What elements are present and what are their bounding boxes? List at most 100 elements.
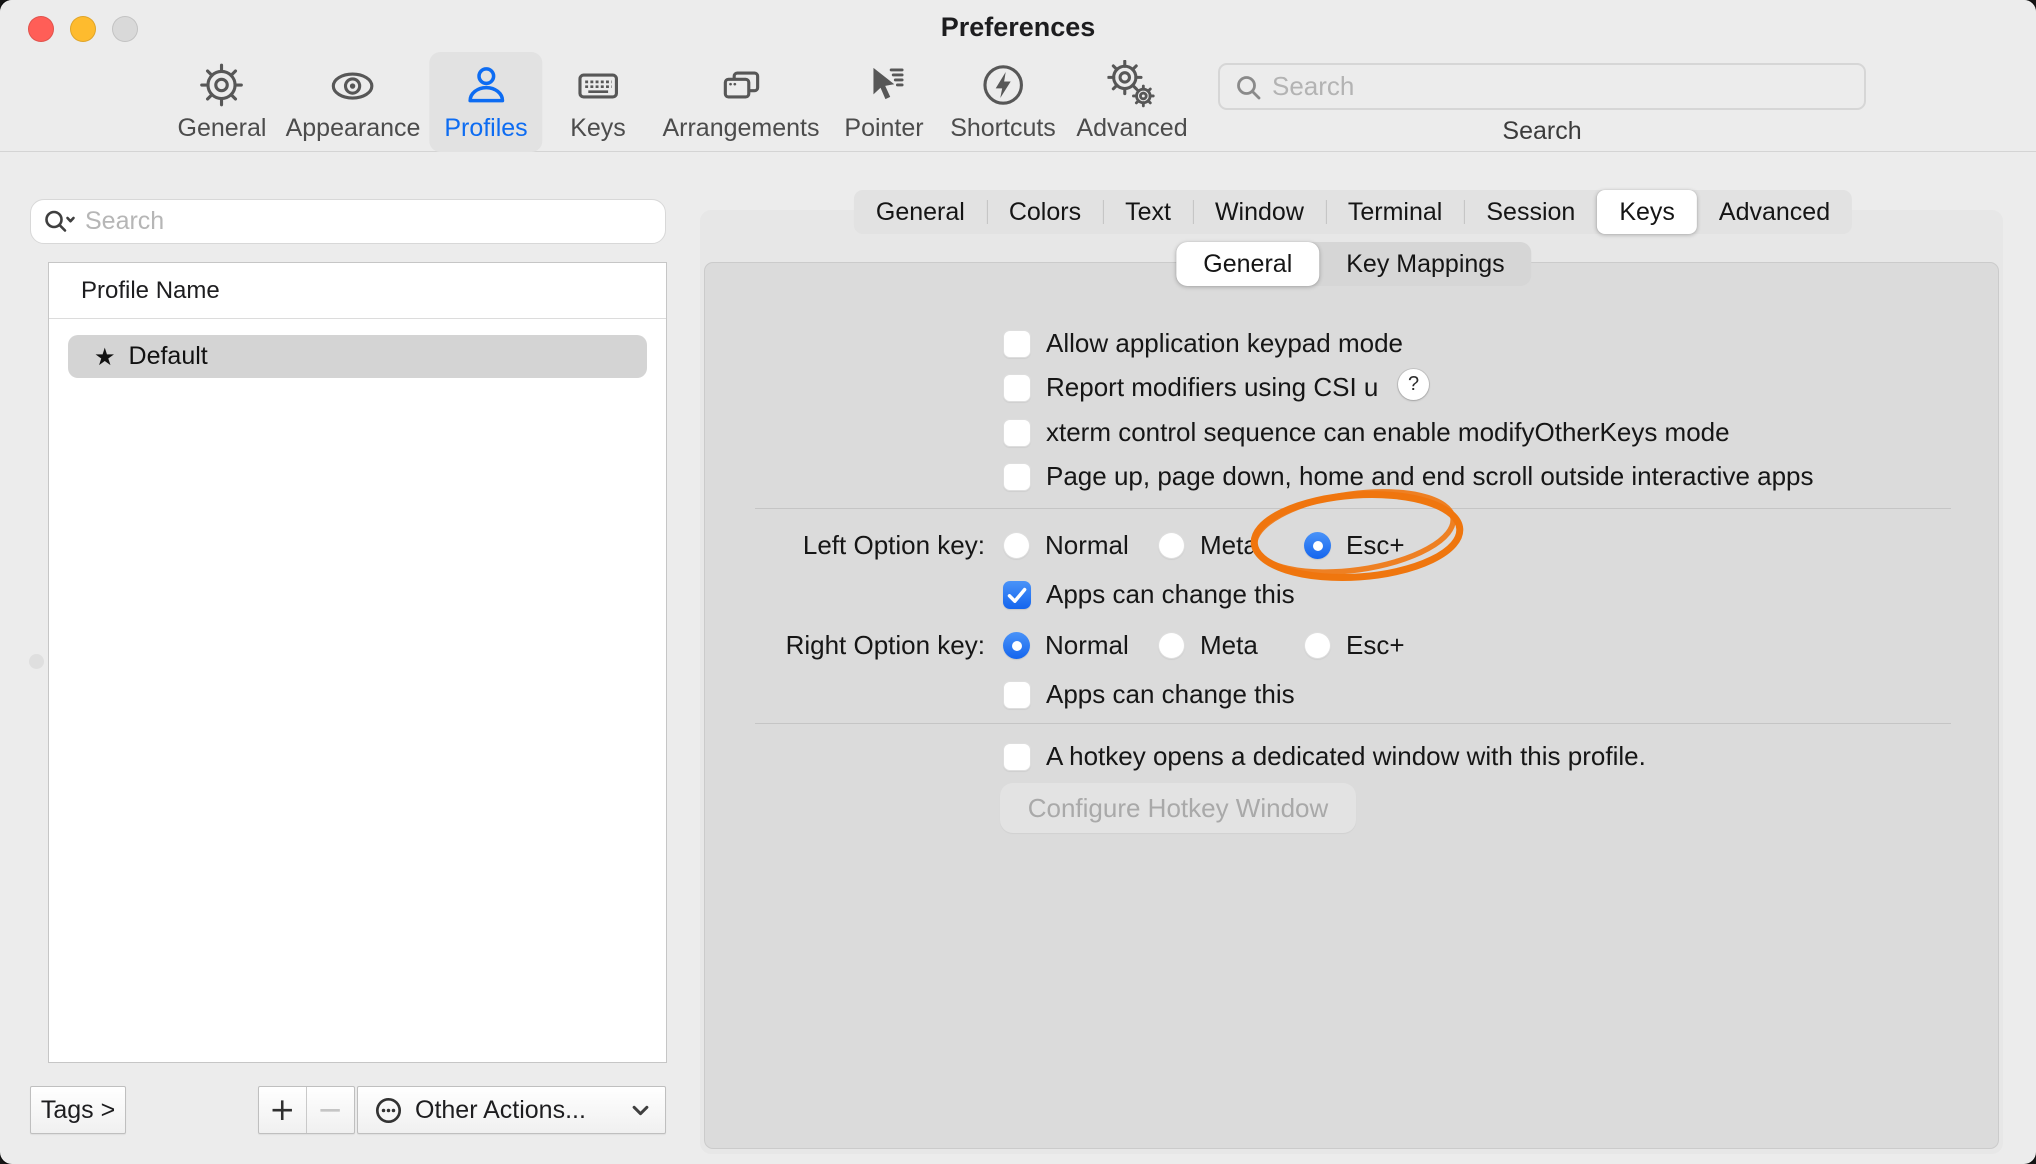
toolbar-item-appearance[interactable]: Appearance — [271, 52, 436, 152]
remove-profile-button[interactable]: − — [307, 1087, 355, 1133]
tab-window[interactable]: Window — [1193, 190, 1326, 234]
radio-left-normal[interactable]: Normal — [1003, 530, 1129, 561]
toolbar-item-label: Keys — [570, 114, 626, 143]
toolbar-item-general[interactable]: General — [163, 52, 282, 152]
checkbox-hotkey-window[interactable] — [1003, 743, 1031, 771]
tab-session[interactable]: Session — [1464, 190, 1597, 234]
other-actions-label: Other Actions... — [415, 1096, 586, 1125]
gear-icon — [197, 60, 247, 110]
profile-list-header: Profile Name — [49, 263, 666, 319]
checkbox-allow-keypad[interactable] — [1003, 330, 1031, 358]
radio-icon — [1158, 532, 1185, 559]
eye-icon — [328, 60, 378, 110]
radio-left-esc[interactable]: Esc+ — [1304, 530, 1405, 561]
checkbox-modify-other-keys[interactable] — [1003, 419, 1031, 447]
configure-hotkey-window-button[interactable]: Configure Hotkey Window — [1000, 783, 1356, 833]
tags-button[interactable]: Tags > — [30, 1086, 126, 1134]
checkbox-row-left-apps-change: Apps can change this — [1003, 579, 1295, 610]
radio-icon — [1304, 532, 1331, 559]
checkbox-report-csi-u[interactable] — [1003, 374, 1031, 402]
checkbox-row-csi-u: Report modifiers using CSI u — [1003, 372, 1378, 403]
add-profile-button[interactable]: + — [259, 1087, 307, 1133]
profile-list: Profile Name ★ Default — [48, 262, 667, 1063]
checkbox-label: Report modifiers using CSI u — [1046, 372, 1378, 403]
tab-text[interactable]: Text — [1103, 190, 1193, 234]
toolbar-item-label: Pointer — [844, 114, 923, 143]
toolbar-item-label: General — [178, 114, 267, 143]
toolbar-search-field[interactable] — [1218, 63, 1866, 110]
search-filter-icon — [43, 208, 77, 236]
checkbox-right-apps-change[interactable] — [1003, 681, 1031, 709]
checkbox-page-scroll[interactable] — [1003, 463, 1031, 491]
search-icon — [1234, 73, 1262, 101]
star-icon: ★ — [94, 343, 116, 371]
checkbox-row-keypad-mode: Allow application keypad mode — [1003, 328, 1403, 359]
gears-icon — [1107, 60, 1157, 110]
keyboard-icon — [573, 60, 623, 110]
checkbox-label: Apps can change this — [1046, 679, 1295, 710]
toolbar-item-label: Advanced — [1076, 114, 1187, 143]
window-title: Preferences — [0, 12, 2036, 43]
checkbox-row-hotkey-window: A hotkey opens a dedicated window with t… — [1003, 741, 1646, 772]
toolbar-item-label: Appearance — [286, 114, 421, 143]
cursor-icon — [859, 60, 909, 110]
checkbox-label: Allow application keypad mode — [1046, 328, 1403, 359]
checkbox-row-right-apps-change: Apps can change this — [1003, 679, 1295, 710]
other-actions-dropdown[interactable]: Other Actions... — [357, 1086, 666, 1134]
checkbox-label: xterm control sequence can enable modify… — [1046, 417, 1730, 448]
person-icon — [461, 60, 511, 110]
checkbox-row-page-scroll: Page up, page down, home and end scroll … — [1003, 461, 1814, 492]
toolbar-item-advanced[interactable]: Advanced — [1061, 52, 1202, 152]
profile-search-input[interactable] — [85, 207, 653, 236]
keys-subtabbar: General Key Mappings — [1176, 242, 1531, 286]
radio-icon — [1158, 632, 1185, 659]
ellipsis-circle-icon — [374, 1096, 403, 1125]
toolbar-search-caption: Search — [1218, 117, 1866, 146]
checkbox-label: Page up, page down, home and end scroll … — [1046, 461, 1814, 492]
profile-search-field[interactable] — [30, 199, 666, 244]
section-divider — [755, 723, 1951, 724]
toolbar-item-label: Profiles — [444, 114, 527, 143]
radio-icon — [1304, 632, 1331, 659]
lightning-icon — [978, 60, 1028, 110]
toolbar-item-arrangements[interactable]: Arrangements — [647, 52, 834, 152]
radio-right-esc[interactable]: Esc+ — [1304, 630, 1405, 661]
tab-terminal[interactable]: Terminal — [1326, 190, 1464, 234]
toolbar-item-label: Shortcuts — [950, 114, 1056, 143]
toolbar-item-pointer[interactable]: Pointer — [829, 52, 938, 152]
checkbox-label: A hotkey opens a dedicated window with t… — [1046, 741, 1646, 772]
checkbox-label: Apps can change this — [1046, 579, 1295, 610]
chevron-down-icon — [632, 1105, 649, 1116]
help-button[interactable]: ? — [1398, 369, 1429, 400]
profile-tabbar: General Colors Text Window Terminal Sess… — [854, 190, 1852, 234]
radio-left-meta[interactable]: Meta — [1158, 530, 1258, 561]
splitter-handle[interactable] — [29, 654, 44, 669]
add-remove-profile-buttons: + − — [258, 1086, 355, 1134]
section-divider — [755, 508, 1951, 509]
checkbox-row-modify-other-keys: xterm control sequence can enable modify… — [1003, 417, 1730, 448]
tab-colors[interactable]: Colors — [987, 190, 1103, 234]
radio-icon — [1003, 632, 1030, 659]
toolbar-item-label: Arrangements — [662, 114, 819, 143]
titlebar: Preferences General Appearance Profiles — [0, 0, 2036, 152]
toolbar-search-input[interactable] — [1272, 71, 1850, 102]
checkmark-icon — [1003, 581, 1031, 609]
tab-general[interactable]: General — [854, 190, 987, 234]
left-option-key-label: Left Option key: — [640, 530, 985, 561]
tab-advanced[interactable]: Advanced — [1697, 190, 1852, 234]
tab-keys[interactable]: Keys — [1597, 190, 1697, 234]
windows-icon — [716, 60, 766, 110]
radio-right-meta[interactable]: Meta — [1158, 630, 1258, 661]
toolbar-item-profiles[interactable]: Profiles — [429, 52, 542, 152]
toolbar-item-shortcuts[interactable]: Shortcuts — [935, 52, 1071, 152]
profile-row-default[interactable]: ★ Default — [68, 335, 647, 378]
toolbar-item-keys[interactable]: Keys — [555, 52, 641, 152]
preferences-window: Preferences General Appearance Profiles — [0, 0, 2036, 1164]
right-option-key-label: Right Option key: — [640, 630, 985, 661]
radio-right-normal[interactable]: Normal — [1003, 630, 1129, 661]
radio-icon — [1003, 532, 1030, 559]
checkbox-left-apps-change[interactable] — [1003, 581, 1031, 609]
subtab-key-mappings[interactable]: Key Mappings — [1319, 242, 1531, 286]
subtab-general[interactable]: General — [1176, 242, 1319, 286]
profile-name: Default — [129, 342, 208, 371]
